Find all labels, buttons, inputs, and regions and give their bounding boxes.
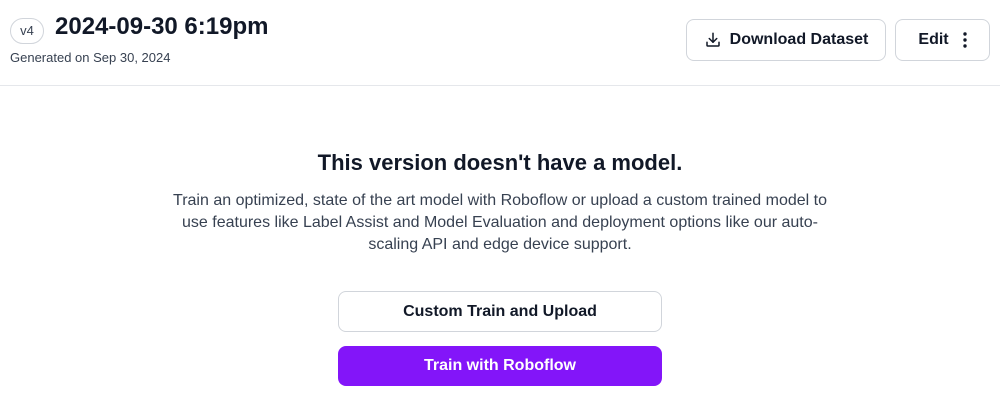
download-icon bbox=[704, 31, 722, 49]
version-title: 2024-09-30 6:19pm bbox=[55, 13, 269, 40]
train-with-roboflow-label: Train with Roboflow bbox=[424, 357, 576, 374]
custom-train-upload-label: Custom Train and Upload bbox=[403, 302, 597, 320]
custom-train-upload-button[interactable]: Custom Train and Upload bbox=[338, 291, 662, 332]
empty-state-description: Train an optimized, state of the art mod… bbox=[173, 192, 827, 253]
more-vertical-icon bbox=[962, 32, 967, 48]
edit-label: Edit bbox=[918, 31, 949, 48]
empty-state-title: This version doesn't have a model. bbox=[317, 150, 683, 175]
version-badge: v4 bbox=[10, 18, 44, 44]
download-dataset-button[interactable]: Download Dataset bbox=[686, 19, 886, 61]
train-with-roboflow-button[interactable]: Train with Roboflow bbox=[338, 346, 662, 386]
download-dataset-label: Download Dataset bbox=[729, 31, 869, 48]
version-header: v4 2024-09-30 6:19pm Generated on Sep 30… bbox=[0, 0, 1000, 86]
generated-date: Generated on Sep 30, 2024 bbox=[10, 50, 171, 65]
edit-button[interactable]: Edit bbox=[895, 19, 990, 61]
